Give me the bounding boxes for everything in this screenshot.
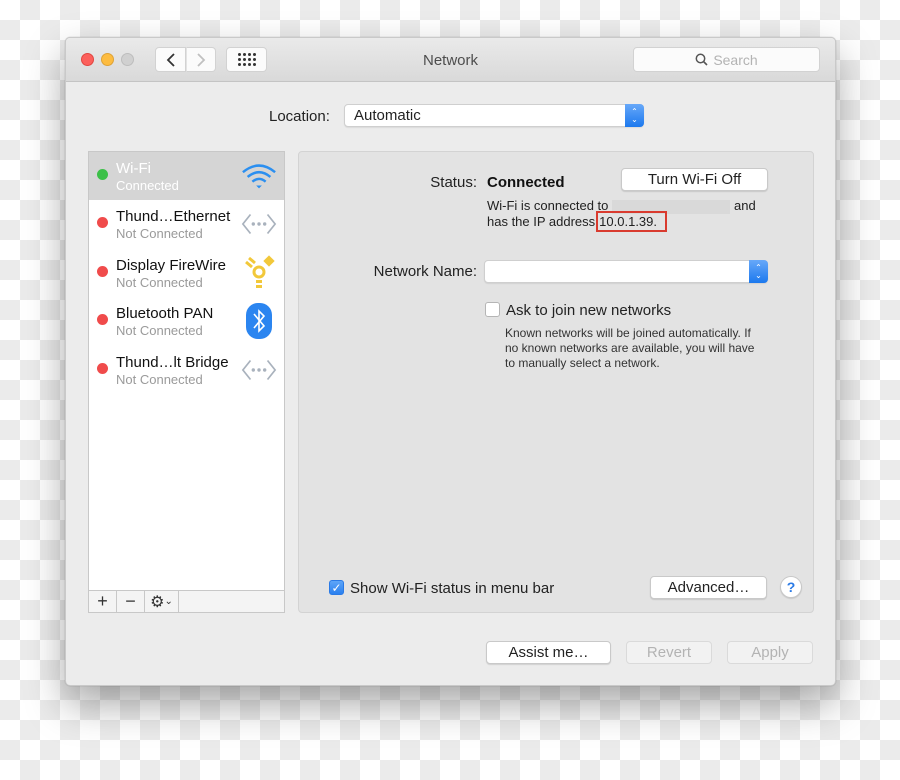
wifi-detail-panel: Status: Connected Turn Wi-Fi Off Wi-Fi i… bbox=[298, 151, 814, 613]
desc-prefix: Wi-Fi is connected to bbox=[487, 198, 609, 213]
status-label: Status: bbox=[430, 174, 477, 191]
service-name: Thund…Ethernet bbox=[116, 208, 231, 225]
location-select[interactable]: Automatic ⌃ ⌄ bbox=[344, 104, 644, 127]
chevron-updown-icon: ⌃ ⌄ bbox=[749, 260, 768, 283]
ethernet-icon bbox=[241, 352, 277, 388]
service-name: Thund…lt Bridge bbox=[116, 354, 229, 371]
remove-service-button[interactable]: − bbox=[117, 591, 145, 612]
service-name: Wi-Fi bbox=[116, 160, 151, 177]
search-field[interactable]: Search bbox=[633, 47, 820, 72]
status-dot bbox=[97, 363, 108, 374]
help-line: Known networks will be joined automatica… bbox=[505, 326, 751, 340]
service-name: Display FireWire bbox=[116, 257, 227, 274]
service-item-bluetooth-pan[interactable]: Bluetooth PAN Not Connected bbox=[89, 297, 284, 345]
service-status: Connected bbox=[116, 178, 179, 193]
service-item-display-firewire[interactable]: Display FireWire Not Connected bbox=[89, 249, 284, 297]
plus-icon: + bbox=[97, 591, 108, 611]
status-dot bbox=[97, 266, 108, 277]
gear-icon: ⚙ bbox=[150, 593, 165, 611]
chevron-down-icon: ⌄ bbox=[164, 596, 173, 607]
network-name-label: Network Name: bbox=[373, 263, 477, 280]
search-icon bbox=[695, 53, 708, 66]
ip-prefix: has the IP address bbox=[487, 214, 596, 229]
help-button[interactable]: ? bbox=[780, 576, 802, 598]
firewire-icon bbox=[241, 255, 277, 291]
show-status-label: Show Wi-Fi status in menu bar bbox=[350, 580, 555, 597]
status-dot bbox=[97, 314, 108, 325]
network-name-select[interactable]: ⌃ ⌄ bbox=[484, 260, 768, 283]
checkmark-icon: ✓ bbox=[331, 580, 342, 595]
assist-me-button[interactable]: Assist me… bbox=[486, 641, 611, 664]
chevron-updown-icon: ⌃ ⌄ bbox=[625, 104, 644, 127]
service-list: Wi-Fi Connected Thund…Ethernet Not Conne… bbox=[88, 151, 285, 613]
wifi-icon bbox=[241, 158, 277, 194]
ask-to-join-checkbox[interactable] bbox=[485, 302, 500, 317]
add-service-button[interactable]: + bbox=[89, 591, 117, 612]
advanced-button[interactable]: Advanced… bbox=[650, 576, 767, 599]
network-preferences-window: Network Search Location: Automatic ⌃ ⌄ Wi… bbox=[65, 37, 836, 686]
location-value: Automatic bbox=[354, 107, 421, 124]
minus-icon: − bbox=[125, 591, 136, 611]
bluetooth-icon bbox=[241, 303, 277, 339]
show-status-checkbox[interactable]: ✓ bbox=[329, 580, 344, 595]
status-dot bbox=[97, 217, 108, 228]
location-label: Location: bbox=[269, 108, 330, 125]
help-line: to manually select a network. bbox=[505, 356, 660, 370]
service-item-thunderbolt-ethernet[interactable]: Thund…Ethernet Not Connected bbox=[89, 200, 284, 248]
service-list-toolbar: + − ⚙ ⌄ bbox=[89, 590, 284, 612]
service-item-thunderbolt-bridge[interactable]: Thund…lt Bridge Not Connected bbox=[89, 346, 284, 394]
status-dot bbox=[97, 169, 108, 180]
turn-wifi-off-button[interactable]: Turn Wi-Fi Off bbox=[621, 168, 768, 191]
ethernet-icon bbox=[241, 206, 277, 242]
service-status: Not Connected bbox=[116, 372, 203, 387]
service-item-wifi[interactable]: Wi-Fi Connected bbox=[89, 152, 284, 200]
service-status: Not Connected bbox=[116, 323, 203, 338]
service-status: Not Connected bbox=[116, 275, 203, 290]
revert-button[interactable]: Revert bbox=[626, 641, 712, 664]
ask-to-join-help: Known networks will be joined automatica… bbox=[505, 326, 754, 371]
title-bar: Network Search bbox=[66, 38, 835, 82]
search-placeholder: Search bbox=[713, 51, 758, 68]
service-name: Bluetooth PAN bbox=[116, 305, 214, 322]
help-line: no known networks are available, you wil… bbox=[505, 341, 755, 355]
action-menu-button[interactable]: ⚙ ⌄ bbox=[145, 591, 179, 612]
status-value: Connected bbox=[487, 174, 565, 191]
apply-button[interactable]: Apply bbox=[727, 641, 813, 664]
ask-to-join-label: Ask to join new networks bbox=[506, 302, 672, 319]
service-status: Not Connected bbox=[116, 226, 203, 241]
connection-description: Wi-Fi is connected to and has the IP add… bbox=[487, 198, 756, 232]
desc-suffix: and bbox=[734, 198, 756, 213]
ip-address: 10.0.1.39. bbox=[596, 211, 667, 232]
